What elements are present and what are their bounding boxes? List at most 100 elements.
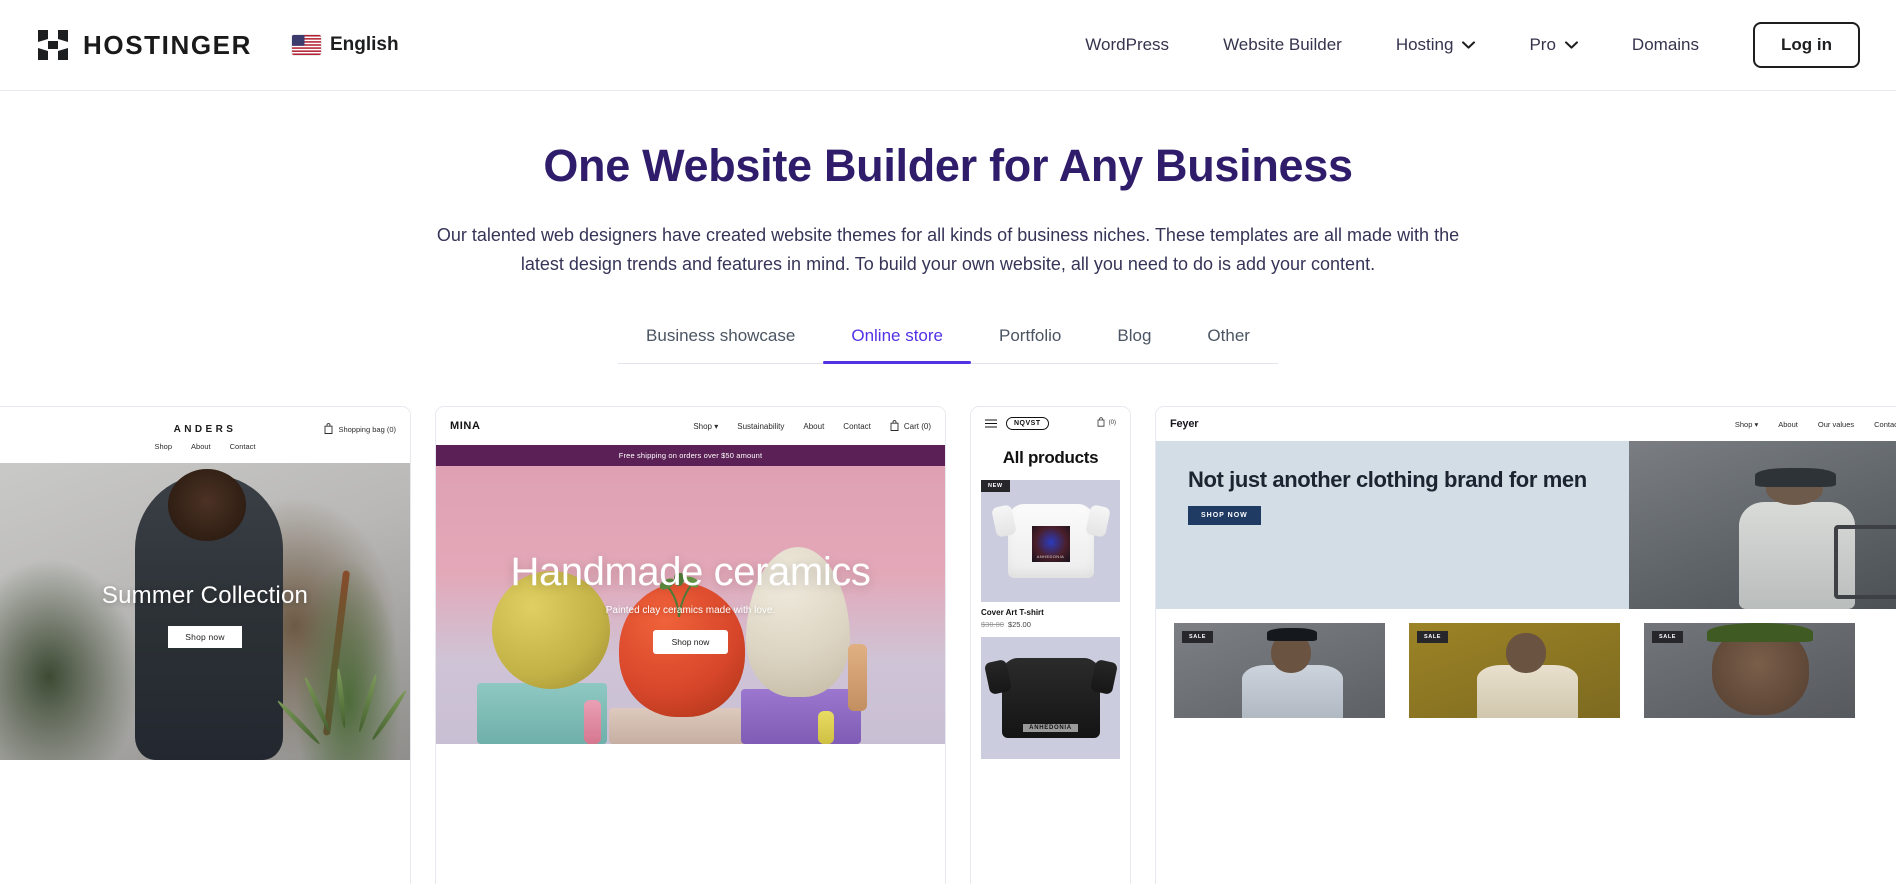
chevron-down-icon xyxy=(1462,41,1476,49)
tshirt-print-text: ANHEDONIA xyxy=(1036,554,1065,560)
feyer-hero-title: Not just another clothing brand for men xyxy=(1188,467,1587,493)
template-grid: ANDERS Shop About Contact Shopping bag (… xyxy=(0,406,1896,884)
page-subtitle: Our talented web designers have created … xyxy=(436,225,1460,275)
mina-stick-tan xyxy=(848,644,868,712)
feyer-product-1[interactable]: SALE xyxy=(1174,623,1385,719)
anders-nav-about[interactable]: About xyxy=(191,442,211,451)
anders-model-hair xyxy=(168,469,246,541)
nav-item-pro[interactable]: Pro xyxy=(1502,35,1604,55)
shopping-bag-icon xyxy=(324,423,333,436)
nqvst-product-2[interactable]: ANHEDONIA xyxy=(981,637,1120,760)
anders-cart[interactable]: Shopping bag (0) xyxy=(324,423,396,436)
hero-section: One Website Builder for Any Business Our… xyxy=(0,91,1896,279)
main-nav: WordPress Website Builder Hosting Pro Do… xyxy=(1058,22,1860,68)
caret-down-icon: ▾ xyxy=(1754,419,1759,429)
mina-cart-label: Cart (0) xyxy=(903,421,931,431)
mina-logo: MINA xyxy=(450,420,481,433)
nqvst-product-2-image: ANHEDONIA xyxy=(981,637,1120,760)
login-button[interactable]: Log in xyxy=(1753,22,1860,68)
template-card-anders[interactable]: ANDERS Shop About Contact Shopping bag (… xyxy=(0,406,411,884)
new-badge: NEW xyxy=(981,480,1010,493)
nqvst-navbar: NQVST (0) xyxy=(971,407,1130,440)
template-card-feyer[interactable]: Feyer Shop ▾ About Our values Contact No… xyxy=(1155,406,1896,884)
tab-business-showcase[interactable]: Business showcase xyxy=(618,326,823,363)
mina-plinth-purple xyxy=(741,688,862,745)
nav-item-hosting[interactable]: Hosting xyxy=(1369,35,1503,55)
old-price: $30.00 xyxy=(981,620,1004,630)
feyer-hero-image xyxy=(1629,441,1896,610)
nqvst-logo: NQVST xyxy=(1006,416,1049,430)
mina-nav: Shop ▾ Sustainability About Contact Cart… xyxy=(693,420,931,433)
template-card-nqvst[interactable]: NQVST (0) All products ANHEDONIA NEW Cov… xyxy=(970,406,1131,884)
nqvst-product-1[interactable]: ANHEDONIA NEW Cover Art T-shirt $30.00 $2… xyxy=(981,480,1120,629)
hamburger-menu-icon[interactable] xyxy=(985,419,997,428)
anders-nav: Shop About Contact xyxy=(0,442,410,451)
feyer-nav-contact[interactable]: Contact xyxy=(1874,420,1896,429)
nav-item-domains[interactable]: Domains xyxy=(1605,35,1726,55)
mina-cta-button[interactable]: Shop now xyxy=(652,629,729,654)
anders-cta-button[interactable]: Shop now xyxy=(168,626,242,649)
nav-label: Website Builder xyxy=(1223,35,1342,54)
shopping-bag-icon xyxy=(890,420,899,433)
mina-nav-about[interactable]: About xyxy=(803,422,824,431)
sale-badge: SALE xyxy=(1417,631,1449,644)
feyer-nav-our-values[interactable]: Our values xyxy=(1818,420,1854,429)
mina-hero-subtitle: Painted clay ceramics made with love. xyxy=(605,604,776,616)
mina-hero-image: Handmade ceramics Painted clay ceramics … xyxy=(436,466,945,745)
nqvst-page-title: All products xyxy=(1002,448,1099,468)
anders-navbar: ANDERS Shop About Contact Shopping bag (… xyxy=(0,407,410,464)
nav-label: Pro xyxy=(1529,35,1556,54)
black-tshirt-graphic: ANHEDONIA xyxy=(1001,658,1100,739)
feyer-hero-text: Not just another clothing brand for men … xyxy=(1156,441,1629,610)
tab-other[interactable]: Other xyxy=(1179,326,1278,363)
mina-cart[interactable]: Cart (0) xyxy=(890,420,931,433)
brand-name: HOSTINGER xyxy=(83,29,252,60)
product-model-body xyxy=(1476,665,1578,719)
hostinger-logo-icon xyxy=(36,28,70,62)
feyer-product-3[interactable]: SALE xyxy=(1644,623,1855,719)
anders-hero-title: Summer Collection xyxy=(101,582,309,610)
tab-portfolio[interactable]: Portfolio xyxy=(971,326,1089,363)
anders-nav-shop[interactable]: Shop xyxy=(155,442,173,451)
feyer-chair xyxy=(1834,525,1896,600)
tab-blog[interactable]: Blog xyxy=(1089,326,1179,363)
anders-cart-label: Shopping bag (0) xyxy=(338,425,396,435)
anders-hero-image: Summer Collection Shop now xyxy=(0,463,410,761)
feyer-nav-about[interactable]: About xyxy=(1778,420,1798,429)
brand-logo[interactable]: HOSTINGER xyxy=(36,28,252,62)
current-price: $25.00 xyxy=(1007,620,1031,630)
mina-nav-sustainability[interactable]: Sustainability xyxy=(737,422,784,431)
nav-label: Hosting xyxy=(1395,35,1454,54)
us-flag-icon xyxy=(291,35,321,55)
feyer-logo: Feyer xyxy=(1170,418,1199,431)
language-selector[interactable]: English xyxy=(291,34,399,56)
feyer-nav-shop[interactable]: Shop ▾ xyxy=(1735,420,1758,429)
page-title: One Website Builder for Any Business xyxy=(543,140,1353,191)
nqvst-product-1-price: $30.00 $25.00 xyxy=(981,620,1120,629)
sale-badge: SALE xyxy=(1182,631,1214,644)
template-card-mina[interactable]: MINA Shop ▾ Sustainability About Contact… xyxy=(435,406,946,884)
mina-announcement-bar: Free shipping on orders over $50 amount xyxy=(436,445,945,467)
anders-nav-contact[interactable]: Contact xyxy=(230,442,256,451)
tab-online-store[interactable]: Online store xyxy=(823,326,971,365)
mina-stick-yellow xyxy=(817,711,834,745)
nav-label: WordPress xyxy=(1085,35,1170,54)
nav-label: Domains xyxy=(1631,35,1700,54)
sale-badge: SALE xyxy=(1652,631,1684,644)
feyer-navbar: Feyer Shop ▾ About Our values Contact xyxy=(1156,407,1896,442)
nqvst-product-1-image: ANHEDONIA NEW xyxy=(981,480,1120,603)
mina-hero-caption: Handmade ceramics Painted clay ceramics … xyxy=(436,550,945,654)
feyer-cta-button[interactable]: SHOP NOW xyxy=(1188,506,1261,526)
anders-hero-caption: Summer Collection Shop now xyxy=(0,582,410,649)
mina-nav-contact[interactable]: Contact xyxy=(843,422,871,431)
mina-nav-shop[interactable]: Shop ▾ xyxy=(693,422,718,431)
caret-down-icon: ▾ xyxy=(714,421,719,431)
nav-item-website-builder[interactable]: Website Builder xyxy=(1196,35,1369,55)
product-model-hair xyxy=(1707,623,1813,643)
feyer-nav: Shop ▾ About Our values Contact xyxy=(1735,420,1896,429)
nav-item-wordpress[interactable]: WordPress xyxy=(1058,35,1196,55)
feyer-product-2[interactable]: SALE xyxy=(1409,623,1620,719)
shopping-bag-icon xyxy=(1097,417,1105,429)
product-model-head xyxy=(1506,632,1547,673)
nqvst-cart[interactable]: (0) xyxy=(1097,417,1116,429)
